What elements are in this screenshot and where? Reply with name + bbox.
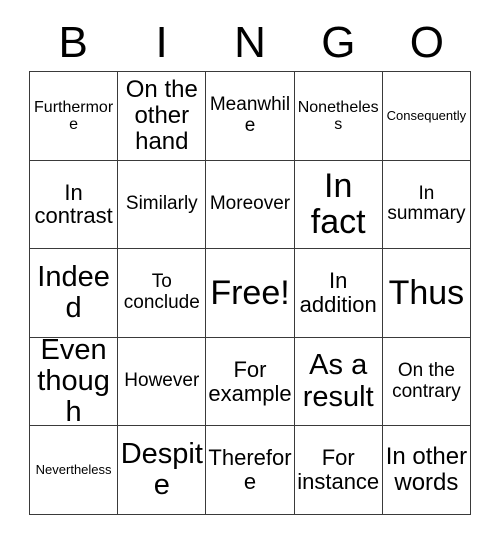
header-letter-o: O	[409, 17, 444, 67]
bingo-cell-label: In addition	[299, 268, 377, 317]
bingo-cell-label: Indeed	[37, 260, 110, 324]
bingo-cell-i1[interactable]: On the other hand	[118, 72, 207, 161]
bingo-cell-o4[interactable]: On the contrary	[382, 337, 471, 427]
bingo-cell-label: Nonetheless	[297, 98, 379, 133]
bingo-cell-label: Therefore	[208, 445, 292, 495]
bingo-cell-i4[interactable]: However	[118, 337, 207, 427]
bingo-grid: Furthermore On the other hand Meanwhile …	[29, 71, 471, 515]
bingo-cell-i2[interactable]: Similarly	[118, 160, 207, 250]
bingo-cell-label: In other words	[385, 443, 468, 497]
bingo-cell-label: For example	[208, 356, 292, 406]
bingo-cell-label: In contrast	[34, 179, 113, 229]
bingo-cell-b3[interactable]: Indeed	[30, 249, 119, 338]
bingo-cell-n4[interactable]: For example	[206, 337, 295, 427]
bingo-cell-o5[interactable]: In other words	[382, 426, 471, 515]
bingo-cell-n2[interactable]: Moreover	[206, 160, 295, 250]
bingo-cell-label: In fact	[310, 166, 366, 242]
bingo-cell-label: As a result	[302, 349, 374, 413]
bingo-cell-o2[interactable]: In summary	[382, 160, 471, 250]
bingo-header: B I N G O	[29, 14, 471, 71]
header-letter-b: B	[58, 17, 88, 67]
header-letter-i: I	[155, 17, 168, 67]
header-letter-g: G	[321, 17, 356, 67]
bingo-cell-b2[interactable]: In contrast	[30, 160, 119, 250]
bingo-cell-label: Moreover	[209, 193, 291, 215]
bingo-cell-label: Meanwhile	[209, 94, 291, 136]
bingo-cell-b1[interactable]: Furthermore	[30, 72, 119, 161]
bingo-card: B I N G O Furthermore On the other hand …	[0, 0, 500, 544]
bingo-cell-label: For instance	[297, 445, 380, 495]
bingo-cell-label: Thus	[388, 273, 465, 312]
bingo-cell-n5[interactable]: Therefore	[206, 426, 295, 515]
header-letter-n: N	[234, 17, 266, 67]
bingo-cell-label: Similarly	[125, 193, 198, 215]
bingo-cell-label: However	[124, 370, 200, 392]
bingo-cell-g5[interactable]: For instance	[294, 426, 383, 515]
bingo-cell-label: Despite	[120, 437, 203, 502]
bingo-cell-g1[interactable]: Nonetheless	[294, 72, 383, 161]
bingo-cell-i3[interactable]: To conclude	[118, 249, 207, 338]
bingo-cell-b4[interactable]: Even though	[30, 337, 119, 427]
free-space-label: Free!	[210, 273, 290, 312]
bingo-cell-label: Nevertheless	[35, 462, 112, 478]
bingo-cell-label: To conclude	[123, 271, 200, 313]
bingo-cell-o3[interactable]: Thus	[382, 249, 471, 338]
bingo-cell-i5[interactable]: Despite	[118, 426, 207, 515]
bingo-cell-label: Even though	[37, 337, 110, 427]
bingo-cell-b5[interactable]: Nevertheless	[30, 426, 119, 515]
bingo-cell-g2[interactable]: In fact	[294, 160, 383, 250]
bingo-cell-n1[interactable]: Meanwhile	[206, 72, 295, 161]
bingo-cell-free-space[interactable]: Free!	[206, 249, 295, 338]
bingo-cell-label: Consequently	[386, 107, 467, 123]
bingo-cell-label: In summary	[387, 182, 466, 225]
bingo-cell-o1[interactable]: Consequently	[382, 72, 471, 161]
bingo-cell-g3[interactable]: In addition	[294, 249, 383, 338]
bingo-cell-label: Furthermore	[34, 98, 114, 133]
bingo-cell-g4[interactable]: As a result	[294, 337, 383, 427]
bingo-cell-label: On the contrary	[392, 360, 461, 402]
bingo-cell-label: On the other hand	[125, 75, 198, 155]
